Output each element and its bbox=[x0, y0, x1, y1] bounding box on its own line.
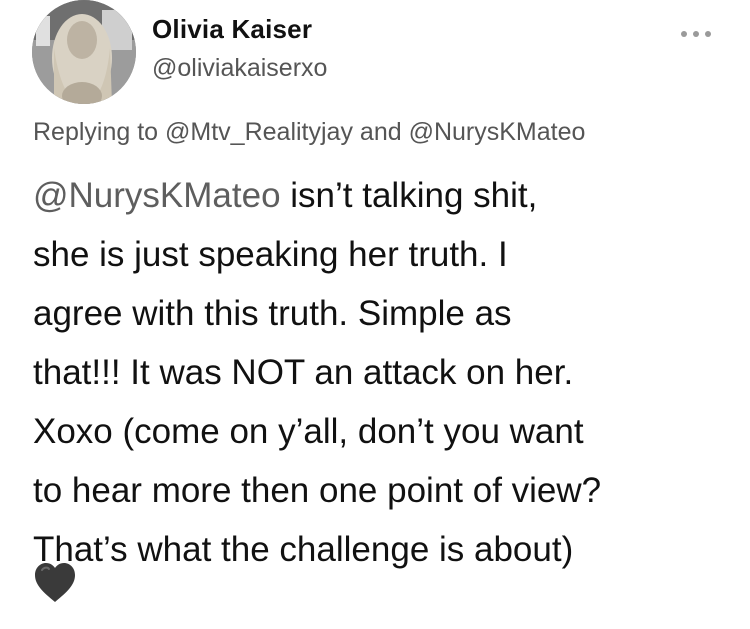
tweet-line: she is just speaking her truth. I bbox=[33, 235, 508, 274]
display-name[interactable]: Olivia Kaiser bbox=[152, 14, 312, 45]
replying-to-line: Replying to @Mtv_Realityjay and @NurysKM… bbox=[33, 118, 585, 147]
black-heart-icon bbox=[35, 563, 75, 602]
tweet-line: to hear more then one point of view? bbox=[33, 471, 602, 510]
tweet-line: agree with this truth. Simple as bbox=[33, 294, 512, 333]
replying-to-joiner: and bbox=[359, 118, 402, 146]
avatar[interactable] bbox=[32, 0, 136, 104]
tweet-line: @NurysKMateo isn’t talking shit, bbox=[33, 166, 733, 225]
tweet-mention[interactable]: @NurysKMateo bbox=[33, 176, 281, 215]
tweet-line: That’s what the challenge is about) bbox=[33, 530, 574, 569]
reply-mention-mtv-realityjay[interactable]: @Mtv_Realityjay bbox=[165, 118, 353, 146]
user-handle[interactable]: @oliviakaiserxo bbox=[152, 54, 327, 83]
profile-photo bbox=[32, 0, 136, 104]
tweet-line-text: isn’t talking shit, bbox=[280, 176, 538, 215]
tweet-text: @NurysKMateo isn’t talking shit, she is … bbox=[33, 166, 733, 579]
tweet-line: Xoxo (come on y’all, don’t you want bbox=[33, 412, 584, 451]
tweet-line: that!!! It was NOT an attack on her. bbox=[33, 353, 574, 392]
reply-mention-nuryskmateo[interactable]: @NurysKMateo bbox=[409, 118, 586, 146]
more-horizontal-icon[interactable] bbox=[679, 29, 713, 39]
replying-to-label: Replying to bbox=[33, 118, 159, 146]
